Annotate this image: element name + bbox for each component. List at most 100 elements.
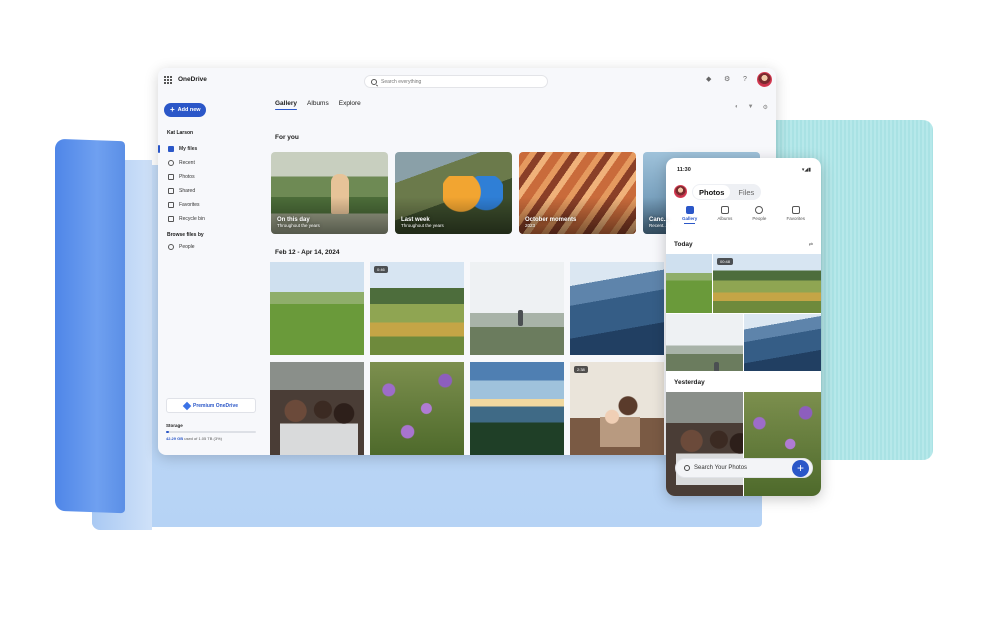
card-caption: October moments 2023 [525,217,576,228]
tab-gallery[interactable]: Gallery [275,100,298,110]
view-size-icon[interactable]: ⇄ [809,242,813,248]
browse-nav: People [158,240,258,254]
video-duration-badge: 00:48 [717,258,734,265]
signal-battery-icon: ▾◢▮ [801,167,811,173]
photos-files-switch: Photos Files [692,184,762,200]
image-icon [168,174,174,180]
add-new-button[interactable]: + Add new [164,103,206,117]
photo-thumbnail[interactable] [666,392,743,496]
today-heading: Today [674,241,693,248]
search-icon [684,465,690,471]
photo-thumbnail[interactable] [370,362,464,455]
card-caption: On this day Throughout the years [277,217,320,228]
video-thumbnail[interactable]: 0:46 [370,262,464,355]
photo-thumbnail[interactable] [666,314,743,371]
video-thumbnail[interactable]: 2:38 [570,362,664,455]
search-icon [371,78,377,85]
app-name: OneDrive [178,76,207,83]
album-icon [720,206,729,214]
sidebar-item-favorites[interactable]: Favorites [158,198,258,212]
sidebar-item-recent[interactable]: Recent [158,156,258,170]
phone-onedrive-app: 11:30 ▾◢▮ Photos Files Gallery Albums Pe… [666,158,821,496]
for-you-heading: For you [275,134,299,141]
search-placeholder: Search everything [381,78,422,85]
photo-thumbnail[interactable] [270,262,364,355]
storage-bar [166,431,256,433]
storage-total: used of 1.05 TB (3%) [183,436,222,441]
storage-label: Storage [166,423,183,428]
help-icon[interactable]: ? [743,76,747,84]
phone-tab-albums[interactable]: Albums [717,206,732,224]
star-icon [168,202,174,208]
tab-albums[interactable]: Albums [307,100,329,110]
photo-thumbnail[interactable] [470,362,564,455]
sidebar: + Add new Kat Larson My files Recent Pho… [158,94,268,455]
memory-card-last-week[interactable]: Last week Throughout the years [395,152,512,234]
memory-card-on-this-day[interactable]: On this day Throughout the years [271,152,388,234]
avatar[interactable] [674,185,687,198]
card-caption: Last week Throughout the years [401,217,444,228]
sidebar-item-label: Recycle bin [179,216,205,222]
sidebar-item-my-files[interactable]: My files [158,142,258,156]
person-icon [755,206,764,214]
add-button[interactable]: + [792,460,809,477]
settings-gear-icon[interactable]: ⚙ [724,76,730,84]
person-icon [168,244,174,250]
card-subtitle: Throughout the years [401,223,444,228]
tab-explore[interactable]: Explore [339,100,361,110]
view-controls: ◐ ▼ ⚙ [735,104,768,111]
phone-tab-favorites[interactable]: Favorites [786,206,805,224]
video-thumbnail[interactable]: 00:48 [713,254,821,313]
photo-thumbnail[interactable] [744,392,821,496]
sidebar-item-photos[interactable]: Photos [158,170,258,184]
sidebar-item-people[interactable]: People [158,240,258,254]
premium-label: Premium OneDrive [192,402,239,409]
photo-thumbnail[interactable] [666,254,712,313]
phone-clock: 11:30 [677,167,691,173]
browse-files-heading: Browse files by [167,232,204,238]
title-bar: OneDrive Search everything ◆ ⚙ ? [158,68,776,94]
sidebar-item-shared[interactable]: Shared [158,184,258,198]
sidebar-item-label: Shared [179,188,196,194]
date-range-heading: Feb 12 - Apr 14, 2024 [275,249,340,256]
phone-tab-label: Albums [717,216,733,221]
phone-tab-people[interactable]: People [752,206,766,224]
phone-tab-label: Gallery [682,216,698,221]
sidebar-item-recycle-bin[interactable]: Recycle bin [158,212,258,226]
phone-tab-label: Favorites [786,216,805,221]
phone-tab-gallery[interactable]: Gallery [682,206,697,224]
search-input[interactable]: Search everything [364,75,548,88]
phone-nav: Gallery Albums People Favorites [666,206,821,224]
view-toggle-icon[interactable]: ◐ [735,104,739,111]
background-paper-dark [55,138,125,514]
sidebar-item-label: My files [179,146,198,152]
avatar[interactable] [757,72,772,87]
sidebar-item-label: People [179,244,195,250]
sidebar-item-label: Recent [179,160,195,166]
filter-icon[interactable]: ▼ [748,104,754,111]
gallery-icon [685,206,694,214]
diamond-icon [182,401,192,410]
photo-thumbnail[interactable] [570,262,664,355]
card-caption: Canc... Recent... [649,217,669,228]
settings-icon[interactable]: ⚙ [763,104,768,111]
yesterday-heading: Yesterday [674,379,705,386]
view-tabs: Gallery Albums Explore [275,100,361,110]
sidebar-item-label: Favorites [179,202,200,208]
premium-onedrive-button[interactable]: Premium OneDrive [166,398,256,413]
segment-photos[interactable]: Photos [693,185,731,199]
premium-diamond-icon[interactable]: ◆ [706,76,711,84]
card-subtitle: Throughout the years [277,223,320,228]
folder-icon [168,146,174,152]
video-duration-badge: 0:46 [374,266,388,273]
app-launcher-icon[interactable] [164,76,172,84]
user-name: Kat Larson [167,130,194,136]
photo-thumbnail[interactable] [744,314,821,371]
video-duration-badge: 2:38 [574,366,588,373]
photo-thumbnail[interactable] [270,362,364,455]
segment-files[interactable]: Files [732,185,760,199]
people-icon [168,188,174,194]
memory-card-october-moments[interactable]: October moments 2023 [519,152,636,234]
photo-thumbnail[interactable] [470,262,564,355]
card-subtitle: 2023 [525,223,536,228]
